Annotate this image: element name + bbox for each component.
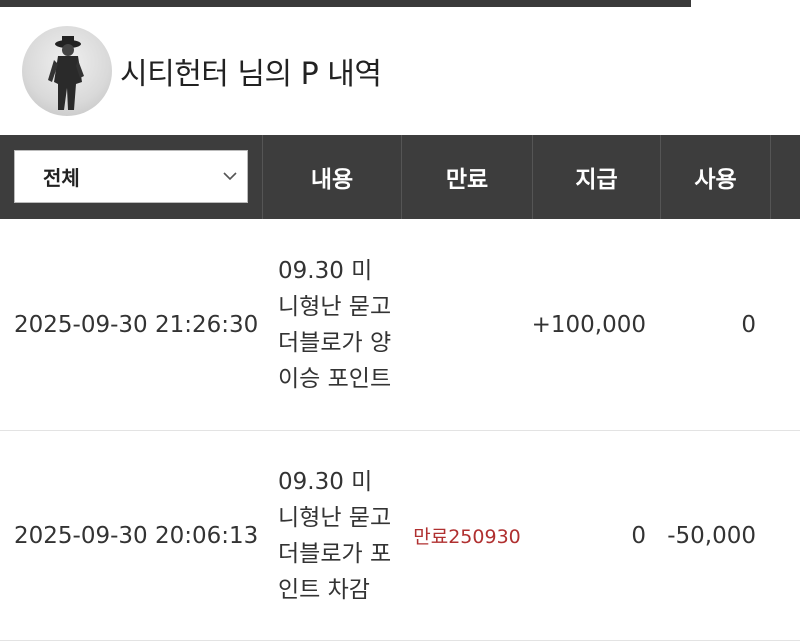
row-date: 2025-09-30 20:06:13 [14,522,259,549]
header-content: 내용 [310,167,354,193]
row-content: 09.30 미니형난 묻고더블로가 양이승 포인트 [278,257,392,392]
row-expire: 만료250930 [413,526,521,548]
filter-select[interactable]: 전체 [14,150,248,203]
row-grant: 0 [631,522,646,549]
header-use: 사용 [694,167,737,193]
row-use: 0 [741,311,756,338]
header-grant: 지급 [575,167,618,193]
table-row: 2025-09-30 20:06:13 09.30 미니형난 묻고더블로가 포인… [0,431,800,641]
page-title: 시티헌터 님의 P 내역 [120,57,382,92]
row-expire [402,219,532,430]
avatar[interactable] [22,26,112,116]
avatar-figure-image [48,36,84,110]
top-bar [0,0,691,7]
filter-select-value: 전체 [43,166,80,190]
table-row: 2025-09-30 21:26:30 09.30 미니형난 묻고더블로가 양이… [0,219,800,431]
row-use: -50,000 [667,522,756,549]
header-expire: 만료 [445,167,489,193]
profile-header: 시티헌터 님의 P 내역 [22,25,382,117]
row-date: 2025-09-30 21:26:30 [14,311,259,338]
table-header: 전체 내용 만료 지급 사용 [0,135,800,219]
row-content: 09.30 미니형난 묻고더블로가 포인트 차감 [278,468,392,603]
header-divider [770,135,771,219]
row-grant: +100,000 [531,311,646,338]
chevron-down-icon [223,172,237,181]
